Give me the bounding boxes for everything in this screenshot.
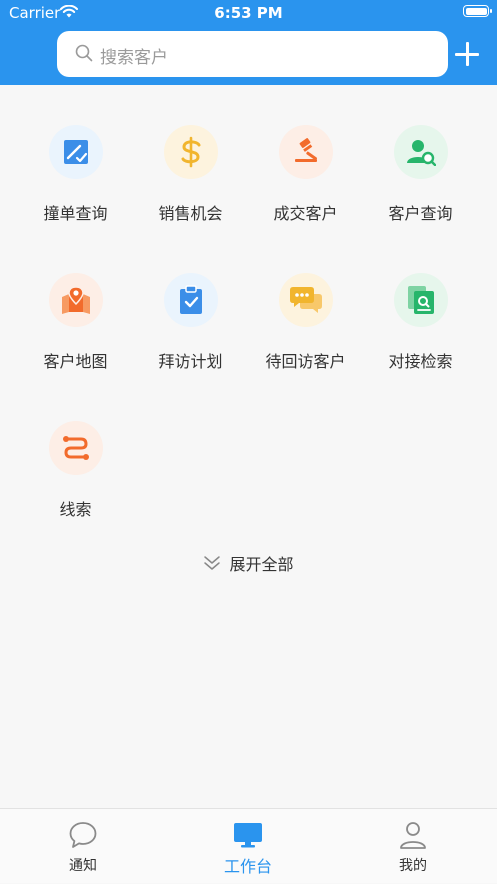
tab-label: 我的 xyxy=(399,858,427,874)
person-icon xyxy=(400,822,426,849)
search-icon xyxy=(75,44,93,62)
collision-check-icon xyxy=(49,125,103,179)
grid-item-customer-search[interactable]: 客户查询 xyxy=(363,125,478,235)
grid-item-customer-map[interactable]: 客户地图 xyxy=(18,273,133,383)
tab-bar: 通知 工作台 我的 xyxy=(0,808,497,883)
status-time: 6:53 PM xyxy=(214,4,283,22)
clipboard-check-icon xyxy=(164,273,218,327)
grid-label: 成交客户 xyxy=(273,204,338,223)
expand-all-button[interactable]: 展开全部 xyxy=(0,551,497,575)
search-placeholder: 搜索客户 xyxy=(100,48,168,68)
grid-label: 拜访计划 xyxy=(158,352,223,371)
grid-label: 待回访客户 xyxy=(265,352,346,371)
double-chevron-down-icon xyxy=(204,556,221,570)
chat-bubbles-icon xyxy=(279,273,333,327)
grid-label: 对接检索 xyxy=(388,352,453,371)
grid-item-leads[interactable]: 线索 xyxy=(18,421,133,531)
grid-item-docking-search[interactable]: 对接检索 xyxy=(363,273,478,383)
status-bar: Carrier 6:53 PM xyxy=(0,0,497,26)
document-search-icon xyxy=(394,273,448,327)
header: Carrier 6:53 PM 搜索客户 xyxy=(0,0,497,85)
search-input[interactable]: 搜索客户 xyxy=(57,31,448,77)
gavel-icon xyxy=(279,125,333,179)
grid-label: 撞单查询 xyxy=(43,204,108,223)
add-button[interactable] xyxy=(455,42,479,66)
map-pin-icon xyxy=(49,273,103,327)
tab-notifications[interactable]: 通知 xyxy=(28,809,138,884)
grid-label: 客户地图 xyxy=(43,352,108,371)
grid-label: 销售机会 xyxy=(158,204,223,223)
tab-profile[interactable]: 我的 xyxy=(358,809,468,884)
expand-all-label: 展开全部 xyxy=(229,555,294,574)
user-search-icon xyxy=(394,125,448,179)
chat-icon xyxy=(69,822,97,848)
grid-item-sales-opportunity[interactable]: 销售机会 xyxy=(133,125,248,235)
route-icon xyxy=(49,421,103,475)
dollar-icon xyxy=(164,125,218,179)
monitor-icon xyxy=(234,823,262,848)
grid-item-closed-customers[interactable]: 成交客户 xyxy=(248,125,363,235)
grid-item-pending-revisit[interactable]: 待回访客户 xyxy=(248,273,363,383)
battery-icon xyxy=(463,5,492,17)
grid-item-collision-check[interactable]: 撞单查询 xyxy=(18,125,133,235)
grid-item-visit-plan[interactable]: 拜访计划 xyxy=(133,273,248,383)
grid-label: 线索 xyxy=(59,500,92,519)
tab-label: 通知 xyxy=(69,858,97,874)
tab-label: 工作台 xyxy=(223,857,272,876)
grid-label: 客户查询 xyxy=(388,204,453,223)
tab-workbench[interactable]: 工作台 xyxy=(193,809,303,884)
